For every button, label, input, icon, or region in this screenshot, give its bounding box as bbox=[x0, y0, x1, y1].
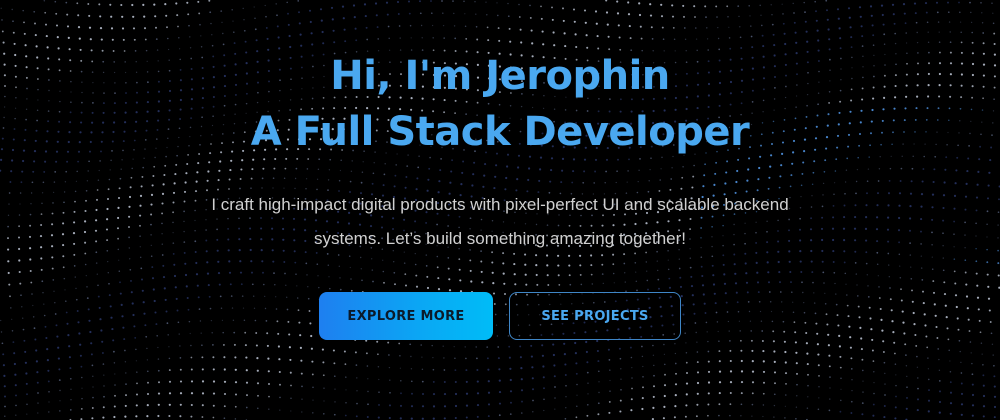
headline-greeting: Hi, I'm Jerophin bbox=[330, 53, 670, 99]
hero-actions: EXPLORE MORE SEE PROJECTS bbox=[0, 292, 1000, 340]
hero-headline: Hi, I'm Jerophin A Full Stack Developer bbox=[0, 0, 1000, 160]
hero-description: I craft high-impact digital products wit… bbox=[170, 188, 830, 256]
see-projects-button[interactable]: SEE PROJECTS bbox=[509, 292, 681, 340]
description-line-2: systems. Let’s build something amazing t… bbox=[314, 229, 686, 248]
hero-content: Hi, I'm Jerophin A Full Stack Developer … bbox=[0, 0, 1000, 340]
hero-section: Hi, I'm Jerophin A Full Stack Developer … bbox=[0, 0, 1000, 420]
description-line-1: I craft high-impact digital products wit… bbox=[211, 195, 789, 214]
explore-more-button[interactable]: EXPLORE MORE bbox=[319, 292, 493, 340]
headline-role: A Full Stack Developer bbox=[250, 109, 750, 155]
